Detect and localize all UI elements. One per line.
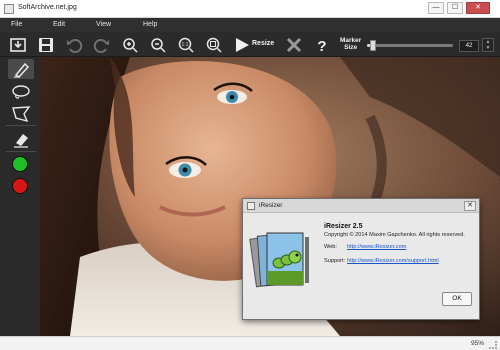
window-title: SoftArchive.net.jpg (18, 4, 77, 11)
undo-icon[interactable] (65, 36, 83, 54)
menu-edit[interactable]: Edit (53, 21, 65, 28)
menu-help[interactable]: Help (143, 21, 157, 28)
support-link[interactable]: http://www.iResizer.com/support.html (347, 258, 439, 264)
marker-label-line2: Size (344, 44, 358, 51)
tool-panel (0, 57, 40, 336)
remove-color-button[interactable] (12, 178, 28, 194)
spin-down-icon[interactable]: ▼ (483, 45, 493, 51)
dialog-app-icon (247, 202, 255, 210)
dialog-title-bar: iResizer ✕ (243, 199, 479, 213)
svg-text:1:1: 1:1 (182, 42, 189, 48)
marker-label-line1: Marker (340, 37, 362, 44)
polygon-lasso-tool-icon[interactable] (8, 104, 34, 124)
minimize-button[interactable]: — (428, 2, 444, 14)
marker-size-spinner[interactable]: ▲ ▼ (482, 38, 494, 52)
delete-icon[interactable] (285, 36, 303, 54)
toolbar: 1:1 Resize ? Marker Size 42 ▲ ▼ (0, 32, 500, 57)
save-icon[interactable] (37, 36, 55, 54)
marker-size-label: Marker Size (340, 37, 361, 51)
marker-size-slider[interactable] (367, 40, 453, 51)
open-icon[interactable] (9, 36, 27, 54)
menu-view[interactable]: View (96, 21, 111, 28)
ok-button[interactable]: OK (442, 292, 472, 306)
about-dialog: iResizer ✕ iResizer 2.5 Copyright © 2014… (242, 198, 480, 320)
marker-tool-icon[interactable] (8, 59, 34, 79)
color-separator (6, 151, 36, 152)
zoom-in-icon[interactable] (121, 36, 139, 54)
marker-size-input[interactable]: 42 (459, 40, 479, 52)
iresizer-logo-icon (249, 223, 313, 293)
redo-icon[interactable] (93, 36, 111, 54)
resize-grip-icon[interactable] (489, 341, 497, 349)
dialog-body: iResizer 2.5 Copyright © 2014 Maxim Gapc… (243, 213, 479, 319)
menu-file[interactable]: File (11, 21, 22, 28)
eraser-tool-icon[interactable] (8, 129, 34, 149)
support-label: Support: (324, 258, 346, 264)
zoom-out-icon[interactable] (149, 36, 167, 54)
web-link[interactable]: http://www.iResizer.com (347, 244, 406, 250)
keep-color-button[interactable] (12, 156, 28, 172)
copyright-text: Copyright © 2014 Maxim Gapchenko. All ri… (324, 232, 465, 238)
title-bar: SoftArchive.net.jpg — ☐ ✕ (0, 0, 500, 18)
menu-bar: File Edit View Help (0, 18, 500, 32)
dialog-close-button[interactable]: ✕ (464, 201, 476, 211)
actual-size-icon[interactable]: 1:1 (177, 36, 195, 54)
fit-to-window-icon[interactable] (205, 36, 223, 54)
slider-thumb[interactable] (370, 40, 377, 51)
dialog-title: iResizer (259, 202, 283, 209)
svg-text:?: ? (317, 38, 326, 54)
web-label: Web: (324, 244, 337, 250)
status-bar: 95% (0, 336, 500, 350)
play-icon[interactable] (233, 36, 251, 54)
zoom-level: 95% (470, 340, 484, 347)
maximize-button[interactable]: ☐ (447, 2, 463, 14)
product-name: iResizer 2.5 (324, 223, 363, 230)
app-icon (4, 4, 14, 14)
close-button[interactable]: ✕ (466, 2, 490, 14)
help-icon[interactable]: ? (313, 36, 331, 55)
resize-button[interactable]: Resize (252, 40, 274, 47)
lasso-tool-icon[interactable] (8, 82, 34, 102)
tool-separator (6, 125, 36, 126)
